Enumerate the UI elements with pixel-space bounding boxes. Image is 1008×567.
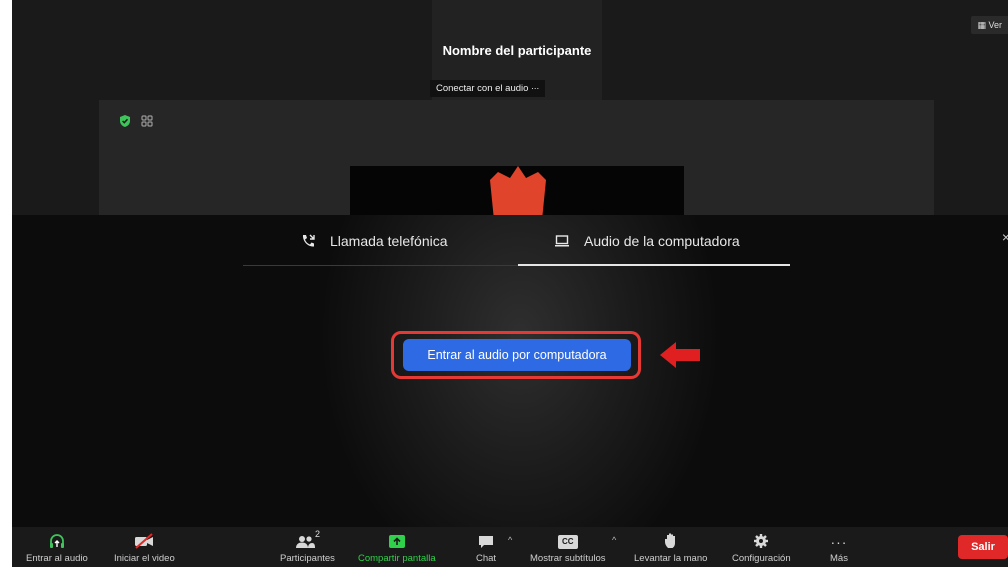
shield-check-icon [120,115,130,127]
raise-hand-icon [664,533,675,548]
pointer-arrow-icon [660,342,700,368]
captions-options-caret-icon[interactable]: ^ [612,535,616,545]
join-audio-button[interactable]: Entrar al audio [26,527,88,567]
video-content-image [490,166,546,220]
share-screen-button[interactable]: Compartir pantalla [358,527,436,567]
chat-icon [479,536,494,548]
grid-view-icon: ▦ [977,20,986,30]
tab-phone-call[interactable]: Llamada telefónica [300,215,448,267]
headphones-icon [49,534,64,548]
gear-icon [754,534,769,548]
meeting-window: Nombre del participante Conectar con el … [12,0,1008,567]
captions-icon: CC [557,535,578,549]
participants-button[interactable]: 2 Participantes [280,527,335,567]
captions-button[interactable]: CC Mostrar subtítulos [530,527,606,567]
video-feed [350,166,684,220]
connect-audio-hint: Conectar con el audio ⋯ [430,80,546,97]
meeting-toolbar: Entrar al audio Iniciar el video 2 Parti… [12,527,1008,567]
phone-call-icon [302,234,315,247]
share-screen-icon [388,535,405,548]
tab-computer-label: Audio de la computadora [584,233,740,249]
participant-name: Nombre del participante [442,43,592,58]
leave-button[interactable]: Salir [958,535,1008,559]
tab-phone-label: Llamada telefónica [330,233,448,249]
selected-tab-indicator [518,264,790,266]
more-dots-icon: ··· [830,534,848,550]
more-button[interactable]: ··· Más [830,527,848,567]
chat-options-caret-icon[interactable]: ^ [508,535,512,545]
tab-computer-audio[interactable]: Audio de la computadora [554,215,740,267]
start-video-button[interactable]: Iniciar el video [114,527,175,567]
close-icon[interactable]: × [1002,229,1008,245]
settings-button[interactable]: Configuración [732,527,791,567]
raise-hand-button[interactable]: Levantar la mano [634,527,707,567]
join-computer-audio-button[interactable]: Entrar al audio por computadora [403,339,631,371]
laptop-icon [555,235,569,247]
video-off-icon [135,533,154,549]
chat-button[interactable]: Chat [476,527,496,567]
view-button[interactable]: ▦ Ver [971,16,1008,34]
gallery-grid-icon[interactable] [140,114,154,128]
participants-count: 2 [314,529,320,539]
audio-dialog: Llamada telefónica Audio de la computado… [12,215,1008,527]
